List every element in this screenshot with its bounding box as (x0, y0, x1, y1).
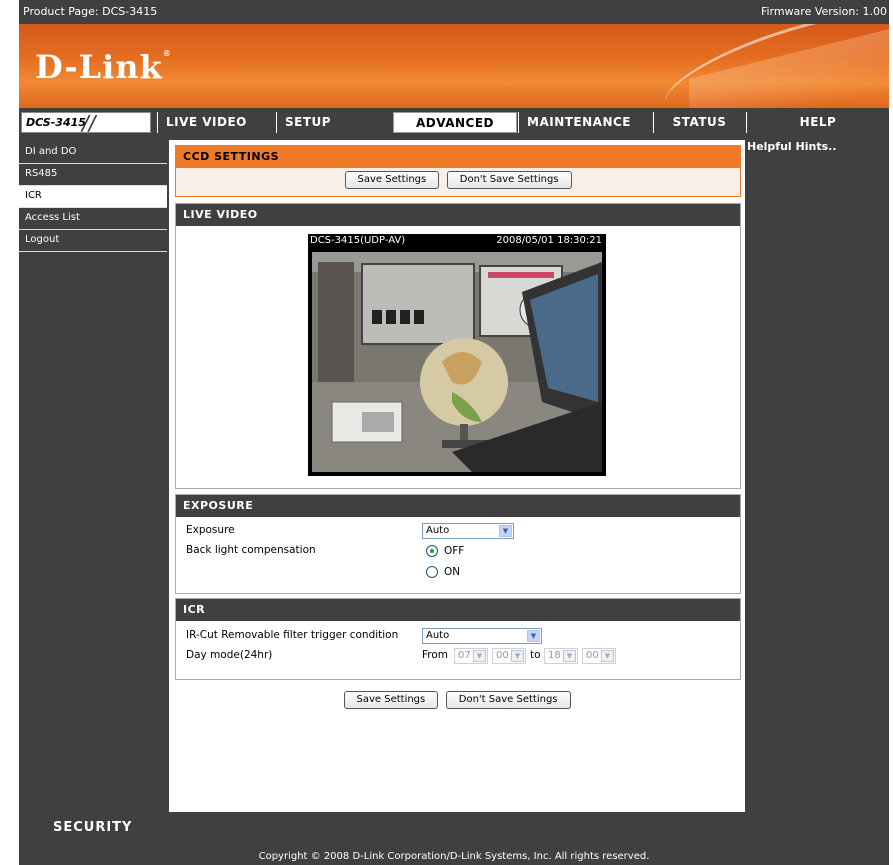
icr-title: ICR (176, 599, 740, 621)
sidebar-item-logout[interactable]: Logout (19, 230, 167, 252)
ccd-settings-buttons: Save Settings Don't Save Settings (176, 168, 740, 196)
video-timestamp-overlay: 2008/05/01 18:30:21 (496, 235, 602, 246)
bottom-buttons: Save Settings Don't Save Settings (169, 691, 745, 709)
model-badge: DCS-3415 // (21, 111, 151, 135)
footer-bar: SECURITY (19, 812, 889, 848)
to-hour-select[interactable]: 18 ▼ (544, 648, 578, 664)
icr-trigger-select-value: Auto (426, 630, 450, 641)
ccd-settings-section: CCD SETTINGS Save Settings Don't Save Se… (175, 145, 741, 197)
blc-on-label: ON (444, 566, 461, 578)
exposure-section: EXPOSURE Exposure Auto ▼ Back light comp… (175, 494, 741, 594)
top-bar: Product Page: DCS-3415 Firmware Version:… (19, 0, 889, 24)
main-content: CCD SETTINGS Save Settings Don't Save Se… (169, 140, 745, 812)
tab-maintenance[interactable]: MAINTENANCE (518, 112, 652, 133)
icr-trigger-label: IR-Cut Removable filter trigger conditio… (186, 629, 399, 641)
chevron-down-icon: ▼ (563, 650, 576, 662)
dlink-logo: D-Link® (35, 48, 172, 86)
copyright-text: Copyright © 2008 D-Link Corporation/D-Li… (19, 848, 889, 865)
sidebar: DI and DO RS485 ICR Access List Logout (19, 142, 167, 252)
save-settings-button-top[interactable]: Save Settings (344, 171, 440, 189)
icr-trigger-select[interactable]: Auto ▼ (422, 628, 542, 644)
helpful-hints-title: Helpful Hints.. (747, 140, 837, 153)
from-hour-select[interactable]: 07 ▼ (454, 648, 488, 664)
backlight-compensation-label: Back light compensation (186, 544, 316, 556)
camera-name-overlay: DCS-3415(UDP-AV) (310, 235, 406, 246)
tab-setup[interactable]: SETUP (276, 112, 392, 133)
sidebar-item-icr[interactable]: ICR (19, 186, 167, 208)
day-mode-label: Day mode(24hr) (186, 649, 273, 661)
save-settings-button-bottom[interactable]: Save Settings (343, 691, 439, 709)
tab-live-video[interactable]: LIVE VIDEO (157, 112, 275, 133)
model-label: DCS-3415 (26, 116, 86, 129)
icr-section: ICR IR-Cut Removable filter trigger cond… (175, 598, 741, 680)
firmware-version-label: Firmware Version: 1.00 (760, 5, 887, 18)
chevron-down-icon: ▼ (511, 650, 524, 662)
to-label: to (530, 649, 541, 661)
from-minute-select[interactable]: 00 ▼ (492, 648, 526, 664)
sidebar-item-rs485[interactable]: RS485 (19, 164, 167, 186)
blc-off-label: OFF (444, 545, 465, 557)
product-page-label: Product Page: DCS-3415 (23, 5, 158, 18)
to-minute-value: 00 (586, 650, 599, 661)
main-nav: DCS-3415 // LIVE VIDEO SETUP ADVANCED MA… (19, 110, 889, 135)
page-frame: Product Page: DCS-3415 Firmware Version:… (19, 0, 889, 865)
exposure-title: EXPOSURE (176, 495, 740, 517)
blc-off-radio[interactable] (426, 545, 438, 557)
ccd-settings-title: CCD SETTINGS (176, 146, 740, 168)
from-hour-value: 07 (458, 650, 471, 661)
from-label: From (422, 649, 449, 661)
sidebar-item-di-and-do[interactable]: DI and DO (19, 142, 167, 164)
live-video-player[interactable]: DCS-3415(UDP-AV) 2008/05/01 18:30:21 (308, 234, 606, 476)
to-hour-value: 18 (548, 650, 561, 661)
blc-on-radio[interactable] (426, 566, 438, 578)
live-video-section: LIVE VIDEO DCS-3415(UDP-AV) 2008/05/01 1… (175, 203, 741, 489)
tab-advanced[interactable]: ADVANCED (393, 112, 517, 133)
from-minute-value: 00 (496, 650, 509, 661)
header-banner: D-Link® (19, 24, 889, 108)
exposure-label: Exposure (186, 524, 235, 536)
to-minute-select[interactable]: 00 ▼ (582, 648, 616, 664)
live-video-title: LIVE VIDEO (176, 204, 740, 226)
tab-help[interactable]: HELP (746, 112, 889, 133)
security-label: SECURITY (53, 820, 133, 835)
chevron-down-icon: ▼ (527, 630, 540, 642)
chevron-down-icon: ▼ (473, 650, 486, 662)
chevron-down-icon: ▼ (499, 525, 512, 537)
tab-status[interactable]: STATUS (653, 112, 745, 133)
exposure-select[interactable]: Auto ▼ (422, 523, 514, 539)
sidebar-item-access-list[interactable]: Access List (19, 208, 167, 230)
video-scene-image (312, 252, 602, 472)
chevron-down-icon: ▼ (601, 650, 614, 662)
dont-save-settings-button-bottom[interactable]: Don't Save Settings (445, 691, 571, 709)
video-frame (312, 252, 602, 472)
dont-save-settings-button-top[interactable]: Don't Save Settings (446, 171, 572, 189)
exposure-select-value: Auto (426, 525, 450, 536)
model-slash-decoration: // (82, 111, 96, 135)
